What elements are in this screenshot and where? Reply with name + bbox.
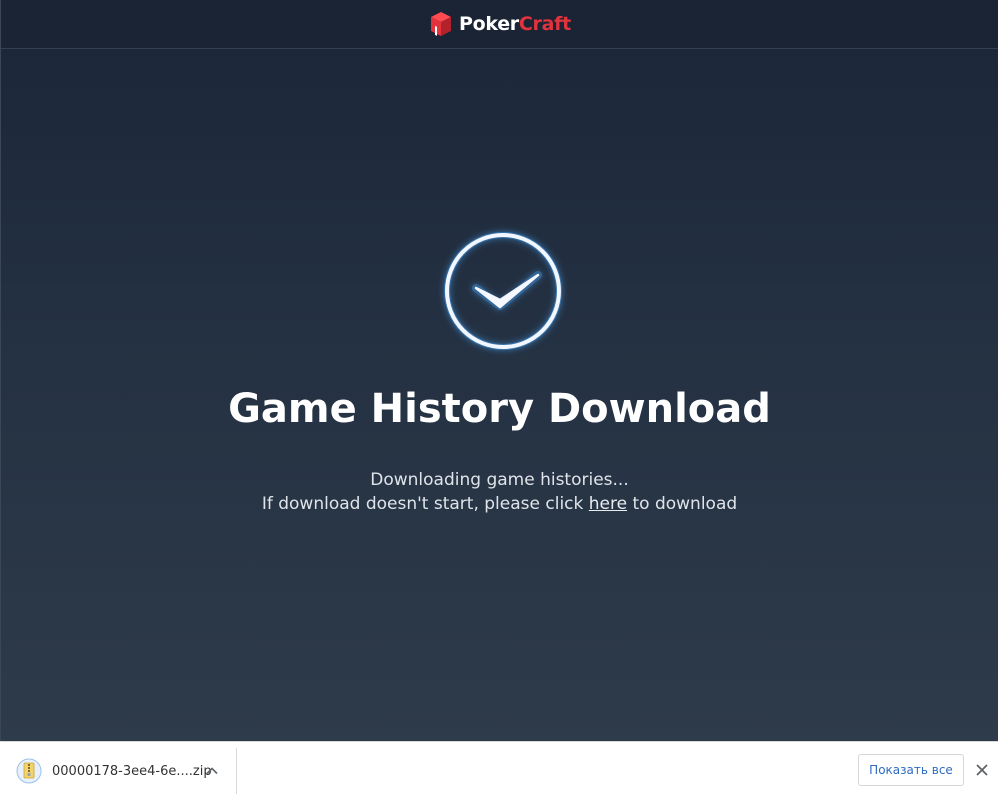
logo-text-poker: Poker <box>459 13 519 35</box>
download-here-link[interactable]: here <box>589 494 627 514</box>
logo-text-craft: Craft <box>518 13 571 35</box>
close-icon[interactable] <box>973 761 991 779</box>
app-window: PokerCraft Game History Download Downloa… <box>0 0 998 741</box>
header-bar: PokerCraft <box>1 0 998 49</box>
poker-chip-cube-icon <box>431 12 451 36</box>
status-line-2: If download doesn't start, please click … <box>1 492 998 516</box>
logo-text: PokerCraft <box>459 13 571 35</box>
download-file-name: 00000178-3ee4-6e....zip <box>52 763 212 779</box>
zip-file-icon <box>16 758 42 784</box>
browser-download-bar: 00000178-3ee4-6e....zip Показать все <box>0 741 998 801</box>
chevron-up-icon[interactable] <box>204 763 220 779</box>
status-message: Downloading game histories... If downloa… <box>1 468 998 516</box>
page-title: Game History Download <box>228 386 771 432</box>
pokercraft-logo[interactable]: PokerCraft <box>429 10 571 38</box>
status-line-2-after: to download <box>627 494 738 514</box>
status-line-1: Downloading game histories... <box>370 470 629 490</box>
show-all-downloads-button[interactable]: Показать все <box>858 754 964 786</box>
status-line-2-before: If download doesn't start, please click <box>261 494 589 514</box>
checkmark-circle-icon <box>442 230 564 352</box>
download-bar-divider <box>236 748 237 794</box>
download-item[interactable]: 00000178-3ee4-6e....zip <box>8 750 236 792</box>
